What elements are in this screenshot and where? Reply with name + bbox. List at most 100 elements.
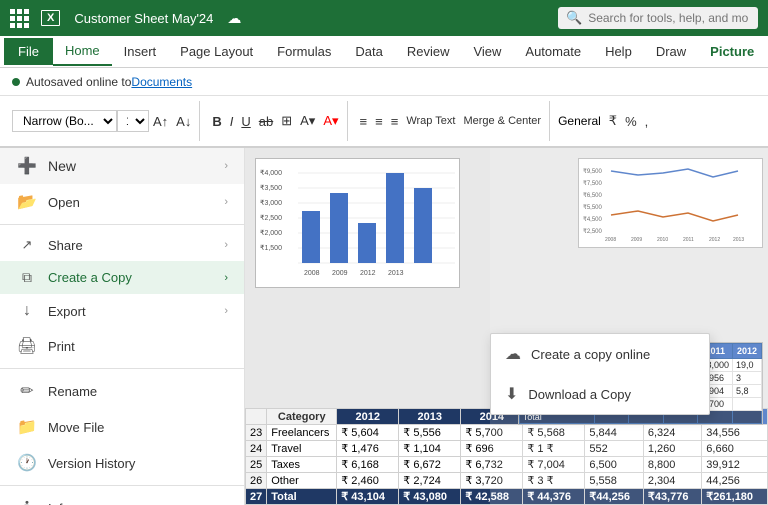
create-copy-online-label: Create a copy online — [531, 347, 650, 362]
underline-btn[interactable]: U — [237, 112, 254, 131]
row-26-label: Other — [267, 473, 337, 489]
move-file-icon: 📁 — [16, 417, 38, 437]
menu-item-info[interactable]: ℹ Info › — [0, 490, 244, 505]
tab-insert[interactable]: Insert — [112, 38, 169, 65]
svg-text:₹1,500: ₹1,500 — [260, 244, 282, 252]
menu-item-share[interactable]: ↗ Share › — [0, 229, 244, 261]
tab-draw[interactable]: Draw — [644, 38, 698, 65]
print-label: Print — [48, 339, 75, 354]
menu-divider-2 — [0, 368, 244, 369]
tab-automate[interactable]: Automate — [513, 38, 593, 65]
y2012-header: 2012 — [337, 409, 399, 425]
share-chevron: › — [224, 239, 228, 251]
alignment-group: ≡ ≡ ≡ Wrap Text Merge & Center — [352, 101, 551, 141]
version-history-icon: 🕐 — [16, 453, 38, 473]
cloud-sync-icon: ☁ — [227, 10, 241, 27]
file-menu: ➕ New › 📂 Open › ↗ Share › ⧉ Create a Co… — [0, 148, 245, 505]
svg-text:₹2,500: ₹2,500 — [260, 214, 282, 222]
svg-text:2013: 2013 — [388, 270, 404, 277]
strikethrough-btn[interactable]: ab — [255, 112, 277, 131]
svg-text:₹3,000: ₹3,000 — [260, 199, 282, 207]
border-btn[interactable]: ⊞ — [277, 111, 296, 131]
row-26-2012: ₹ 2,460 — [337, 473, 399, 489]
svg-text:₹3,500: ₹3,500 — [260, 184, 282, 192]
autosave-bar: Autosaved online to Documents — [0, 68, 768, 96]
file-title: Customer Sheet May'24 — [74, 11, 213, 26]
tab-picture[interactable]: Picture — [698, 38, 766, 65]
menu-divider-3 — [0, 485, 244, 486]
new-icon: ➕ — [16, 156, 38, 176]
open-label: Open — [48, 195, 80, 210]
title-bar-right: 🔍 — [558, 7, 758, 29]
merge-center-btn[interactable]: Merge & Center — [459, 113, 545, 129]
tab-review[interactable]: Review — [395, 38, 462, 65]
comma-btn[interactable]: , — [641, 112, 653, 131]
row-26-num: 26 — [246, 473, 267, 489]
info-label: Info — [48, 501, 70, 505]
submenu-download-copy[interactable]: ⬇ Download a Copy — [491, 374, 709, 414]
svg-text:2012: 2012 — [360, 270, 376, 277]
font-size-select[interactable]: 11 — [117, 110, 149, 132]
menu-item-version-history[interactable]: 🕐 Version History — [0, 445, 244, 481]
menu-item-open[interactable]: 📂 Open › — [0, 184, 244, 220]
row-25-2012: ₹ 6,168 — [337, 457, 399, 473]
menu-item-new[interactable]: ➕ New › — [0, 148, 244, 184]
bold-btn[interactable]: B — [208, 112, 225, 131]
align-right-btn[interactable]: ≡ — [387, 112, 403, 131]
autosave-link[interactable]: Documents — [131, 75, 192, 89]
increase-font-btn[interactable]: A↑ — [149, 112, 172, 131]
tab-page-layout[interactable]: Page Layout — [168, 38, 265, 65]
spreadsheet-area: ₹4,000 ₹3,500 ₹3,000 ₹2,500 ₹2,000 ₹1,50… — [245, 148, 768, 505]
svg-text:2009: 2009 — [332, 270, 348, 277]
ribbon-tabs: File Home Insert Page Layout Formulas Da… — [0, 36, 768, 68]
row-23-2012: ₹ 5,604 — [337, 425, 399, 441]
menu-item-move-file[interactable]: 📁 Move File — [0, 409, 244, 445]
tab-home[interactable]: Home — [53, 37, 112, 66]
create-copy-icon: ⧉ — [16, 269, 38, 286]
main-area: ➕ New › 📂 Open › ↗ Share › ⧉ Create a Co… — [0, 148, 768, 505]
format-group: B I U ab ⊞ A▾ A▾ — [204, 101, 347, 141]
tab-file[interactable]: File — [4, 38, 53, 65]
submenu-create-copy-online[interactable]: ☁ Create a copy online — [491, 334, 709, 374]
svg-text:₹4,000: ₹4,000 — [260, 169, 282, 177]
row-27-2013: ₹ 43,080 — [399, 489, 461, 505]
download-icon: ⬇ — [505, 384, 518, 404]
create-copy-submenu: ☁ Create a copy online ⬇ Download a Copy — [490, 333, 710, 415]
create-copy-label: Create a Copy — [48, 270, 132, 285]
percent-btn[interactable]: % — [621, 112, 641, 131]
tab-data[interactable]: Data — [343, 38, 394, 65]
row-23-2013: ₹ 5,556 — [399, 425, 461, 441]
font-color-btn[interactable]: A▾ — [319, 111, 342, 131]
currency-btn[interactable]: ₹ — [605, 111, 621, 131]
move-file-label: Move File — [48, 420, 104, 435]
menu-item-rename[interactable]: ✏ Rename — [0, 373, 244, 409]
row-24-2013: ₹ 1,104 — [399, 441, 461, 457]
app-grid-icon[interactable] — [10, 9, 29, 28]
menu-item-print[interactable]: 🖨 Print — [0, 328, 244, 364]
autosave-text: Autosaved online to — [26, 75, 131, 89]
wrap-text-btn[interactable]: Wrap Text — [402, 113, 459, 129]
tab-formulas[interactable]: Formulas — [265, 38, 343, 65]
bar-chart: ₹4,000 ₹3,500 ₹3,000 ₹2,500 ₹2,000 ₹1,50… — [255, 158, 460, 288]
category-header: Category — [267, 409, 337, 425]
align-center-btn[interactable]: ≡ — [371, 112, 387, 131]
decrease-font-btn[interactable]: A↓ — [172, 112, 195, 131]
menu-item-export[interactable]: ↓ Export › — [0, 294, 244, 328]
tab-view[interactable]: View — [461, 38, 513, 65]
open-chevron: › — [224, 196, 228, 208]
italic-btn[interactable]: I — [226, 112, 238, 131]
bar-chart-svg: ₹4,000 ₹3,500 ₹3,000 ₹2,500 ₹2,000 ₹1,50… — [260, 163, 460, 283]
menu-item-create-copy[interactable]: ⧉ Create a Copy › — [0, 261, 244, 294]
tab-help[interactable]: Help — [593, 38, 644, 65]
search-input[interactable] — [588, 11, 748, 25]
row-23-label: Freelancers — [267, 425, 337, 441]
fill-color-btn[interactable]: A▾ — [296, 111, 319, 131]
share-icon: ↗ — [16, 237, 38, 253]
align-left-btn[interactable]: ≡ — [356, 112, 372, 131]
export-chevron: › — [224, 305, 228, 317]
excel-logo: X — [41, 10, 60, 26]
font-family-select[interactable]: Narrow (Bo... — [12, 110, 117, 132]
svg-text:₹2,000: ₹2,000 — [260, 229, 282, 237]
search-bar[interactable]: 🔍 — [558, 7, 758, 29]
svg-text:2008: 2008 — [304, 270, 320, 277]
